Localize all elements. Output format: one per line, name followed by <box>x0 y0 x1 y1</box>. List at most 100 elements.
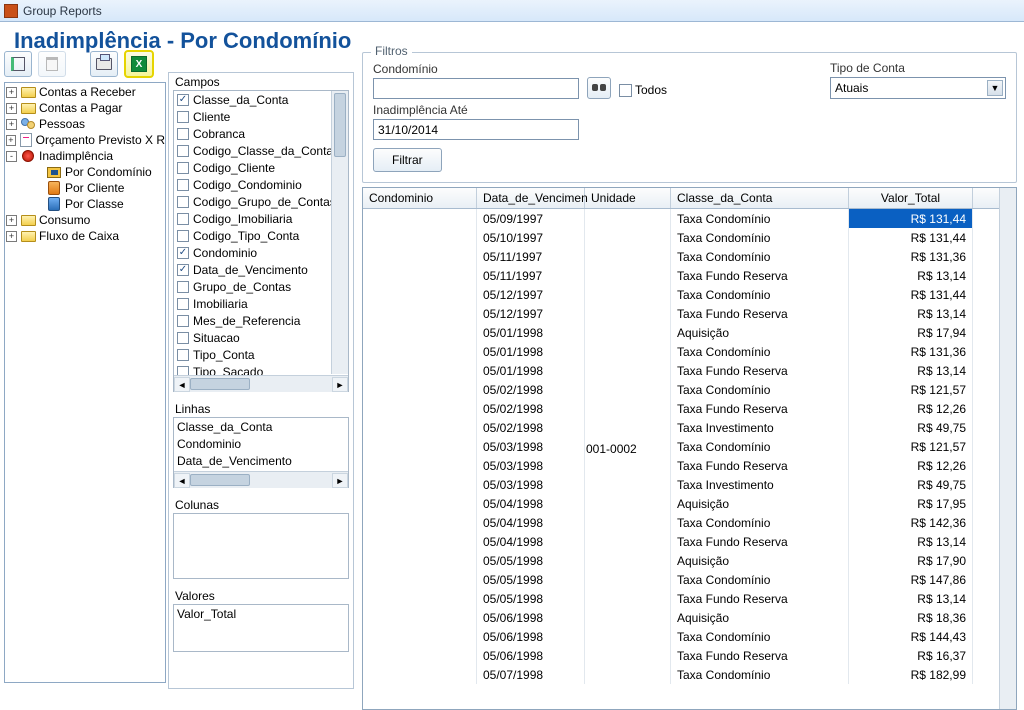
tipo-conta-combo[interactable]: Atuais ▼ <box>830 77 1006 99</box>
campo-checkbox[interactable] <box>177 366 189 376</box>
grid-body[interactable]: 001-0002 05/09/1997Taxa CondomínioR$ 131… <box>363 209 999 709</box>
campo-checkbox[interactable] <box>177 298 189 310</box>
table-row[interactable]: 05/05/1998AquisiçãoR$ 17,90 <box>363 551 999 570</box>
tree-item[interactable]: +Contas a Pagar <box>5 100 165 116</box>
campo-item[interactable]: Codigo_Imobiliaria <box>174 210 348 227</box>
delete-button[interactable] <box>38 51 66 77</box>
campo-item[interactable]: Mes_de_Referencia <box>174 312 348 329</box>
table-row[interactable]: 05/12/1997Taxa Fundo ReservaR$ 13,14 <box>363 304 999 323</box>
linhas-hscroll[interactable]: ◄► <box>174 471 348 488</box>
campo-checkbox[interactable]: ✓ <box>177 247 189 259</box>
table-row[interactable]: 05/04/1998Taxa CondomínioR$ 142,36 <box>363 513 999 532</box>
linha-item[interactable]: Data_de_Vencimento <box>174 452 348 469</box>
campo-item[interactable]: Codigo_Tipo_Conta <box>174 227 348 244</box>
table-row[interactable]: 05/01/1998AquisiçãoR$ 17,94 <box>363 323 999 342</box>
campos-list[interactable]: ✓Classe_da_ContaClienteCobrancaCodigo_Cl… <box>174 91 348 375</box>
todos-checkbox[interactable] <box>619 84 632 97</box>
col-valor-total[interactable]: Valor_Total <box>849 188 973 208</box>
table-row[interactable]: 05/06/1998Taxa CondomínioR$ 144,43 <box>363 627 999 646</box>
table-row[interactable]: 05/04/1998Taxa Fundo ReservaR$ 13,14 <box>363 532 999 551</box>
tipo-conta-value: Atuais <box>835 81 868 95</box>
table-row[interactable]: 05/03/1998Taxa Fundo ReservaR$ 12,26 <box>363 456 999 475</box>
campo-checkbox[interactable] <box>177 111 189 123</box>
table-row[interactable]: 05/11/1997Taxa Fundo ReservaR$ 13,14 <box>363 266 999 285</box>
campo-item[interactable]: Tipo_Sacado <box>174 363 348 375</box>
valor-item[interactable]: Valor_Total <box>174 605 348 622</box>
filtrar-button[interactable]: Filtrar <box>373 148 442 172</box>
campo-checkbox[interactable] <box>177 332 189 344</box>
campo-item[interactable]: Cobranca <box>174 125 348 142</box>
campos-vscroll[interactable] <box>331 91 348 374</box>
inadimplencia-ate-input[interactable] <box>373 119 579 140</box>
campo-item[interactable]: Codigo_Cliente <box>174 159 348 176</box>
table-row[interactable]: 05/06/1998AquisiçãoR$ 18,36 <box>363 608 999 627</box>
linha-item[interactable]: Classe_da_Conta <box>174 418 348 435</box>
table-row[interactable]: 05/06/1998Taxa Fundo ReservaR$ 16,37 <box>363 646 999 665</box>
campo-item[interactable]: ✓Classe_da_Conta <box>174 91 348 108</box>
campo-checkbox[interactable] <box>177 179 189 191</box>
campo-checkbox[interactable] <box>177 281 189 293</box>
campo-item[interactable]: Codigo_Grupo_de_Contas <box>174 193 348 210</box>
table-row[interactable]: 05/11/1997Taxa CondomínioR$ 131,36 <box>363 247 999 266</box>
tree-item[interactable]: +Pessoas <box>5 116 165 132</box>
valores-list[interactable]: Valor_Total <box>174 605 348 649</box>
col-classe-conta[interactable]: Classe_da_Conta <box>671 188 849 208</box>
table-row[interactable]: 05/12/1997Taxa CondomínioR$ 131,44 <box>363 285 999 304</box>
linhas-list[interactable]: Classe_da_ContaCondominioData_de_Vencime… <box>174 418 348 471</box>
campo-checkbox[interactable] <box>177 128 189 140</box>
campo-checkbox[interactable]: ✓ <box>177 94 189 106</box>
table-row[interactable]: 05/02/1998Taxa CondomínioR$ 121,57 <box>363 380 999 399</box>
tree-item[interactable]: +Orçamento Previsto X R <box>5 132 165 148</box>
table-row[interactable]: 05/02/1998Taxa Fundo ReservaR$ 12,26 <box>363 399 999 418</box>
campo-checkbox[interactable]: ✓ <box>177 264 189 276</box>
campo-checkbox[interactable] <box>177 145 189 157</box>
tree-item[interactable]: +Consumo <box>5 212 165 228</box>
table-row[interactable]: 05/03/1998Taxa InvestimentoR$ 49,75 <box>363 475 999 494</box>
table-row[interactable]: 05/09/1997Taxa CondomínioR$ 131,44 <box>363 209 999 228</box>
col-data-vencimento[interactable]: Data_de_Vencimen <box>477 188 585 208</box>
window-titlebar: Group Reports <box>0 0 1024 22</box>
tree-item[interactable]: +Fluxo de Caixa <box>5 228 165 244</box>
tree-item[interactable]: Por Classe <box>5 196 165 212</box>
tree-item[interactable]: Por Cliente <box>5 180 165 196</box>
search-button[interactable] <box>587 77 611 99</box>
campo-checkbox[interactable] <box>177 162 189 174</box>
campo-item[interactable]: Situacao <box>174 329 348 346</box>
campo-item[interactable]: Tipo_Conta <box>174 346 348 363</box>
table-row[interactable]: 05/10/1997Taxa CondomínioR$ 131,44 <box>363 228 999 247</box>
campo-item[interactable]: Grupo_de_Contas <box>174 278 348 295</box>
campo-item[interactable]: Cliente <box>174 108 348 125</box>
table-row[interactable]: 05/01/1998Taxa CondomínioR$ 131,36 <box>363 342 999 361</box>
campo-item[interactable]: ✓Data_de_Vencimento <box>174 261 348 278</box>
campo-checkbox[interactable] <box>177 315 189 327</box>
tree-item[interactable]: Por Condomínio <box>5 164 165 180</box>
linha-item[interactable]: Condominio <box>174 435 348 452</box>
campo-item[interactable]: ✓Condominio <box>174 244 348 261</box>
export-button[interactable] <box>4 51 32 77</box>
col-condominio[interactable]: Condominio <box>363 188 477 208</box>
table-row[interactable]: 05/01/1998Taxa Fundo ReservaR$ 13,14 <box>363 361 999 380</box>
print-button[interactable] <box>90 51 118 77</box>
campo-checkbox[interactable] <box>177 196 189 208</box>
tree-item[interactable]: -Inadimplência <box>5 148 165 164</box>
campo-item[interactable]: Codigo_Condominio <box>174 176 348 193</box>
condominio-input[interactable] <box>373 78 579 99</box>
report-tree[interactable]: +Contas a Receber+Contas a Pagar+Pessoas… <box>4 82 166 683</box>
table-row[interactable]: 05/05/1998Taxa CondomínioR$ 147,86 <box>363 570 999 589</box>
grid-vscroll[interactable] <box>999 188 1016 709</box>
excel-button[interactable]: X <box>124 50 154 78</box>
campos-hscroll[interactable]: ◄► <box>174 375 348 392</box>
table-row[interactable]: 05/07/1998Taxa CondomínioR$ 182,99 <box>363 665 999 684</box>
table-row[interactable]: 05/03/1998Taxa CondomínioR$ 121,57 <box>363 437 999 456</box>
campo-checkbox[interactable] <box>177 230 189 242</box>
campo-checkbox[interactable] <box>177 213 189 225</box>
table-row[interactable]: 05/02/1998Taxa InvestimentoR$ 49,75 <box>363 418 999 437</box>
colunas-list[interactable] <box>174 514 348 576</box>
tree-item[interactable]: +Contas a Receber <box>5 84 165 100</box>
table-row[interactable]: 05/05/1998Taxa Fundo ReservaR$ 13,14 <box>363 589 999 608</box>
campo-item[interactable]: Imobiliaria <box>174 295 348 312</box>
campo-checkbox[interactable] <box>177 349 189 361</box>
table-row[interactable]: 05/04/1998AquisiçãoR$ 17,95 <box>363 494 999 513</box>
col-unidade[interactable]: Unidade <box>585 188 671 208</box>
campo-item[interactable]: Codigo_Classe_da_Conta <box>174 142 348 159</box>
